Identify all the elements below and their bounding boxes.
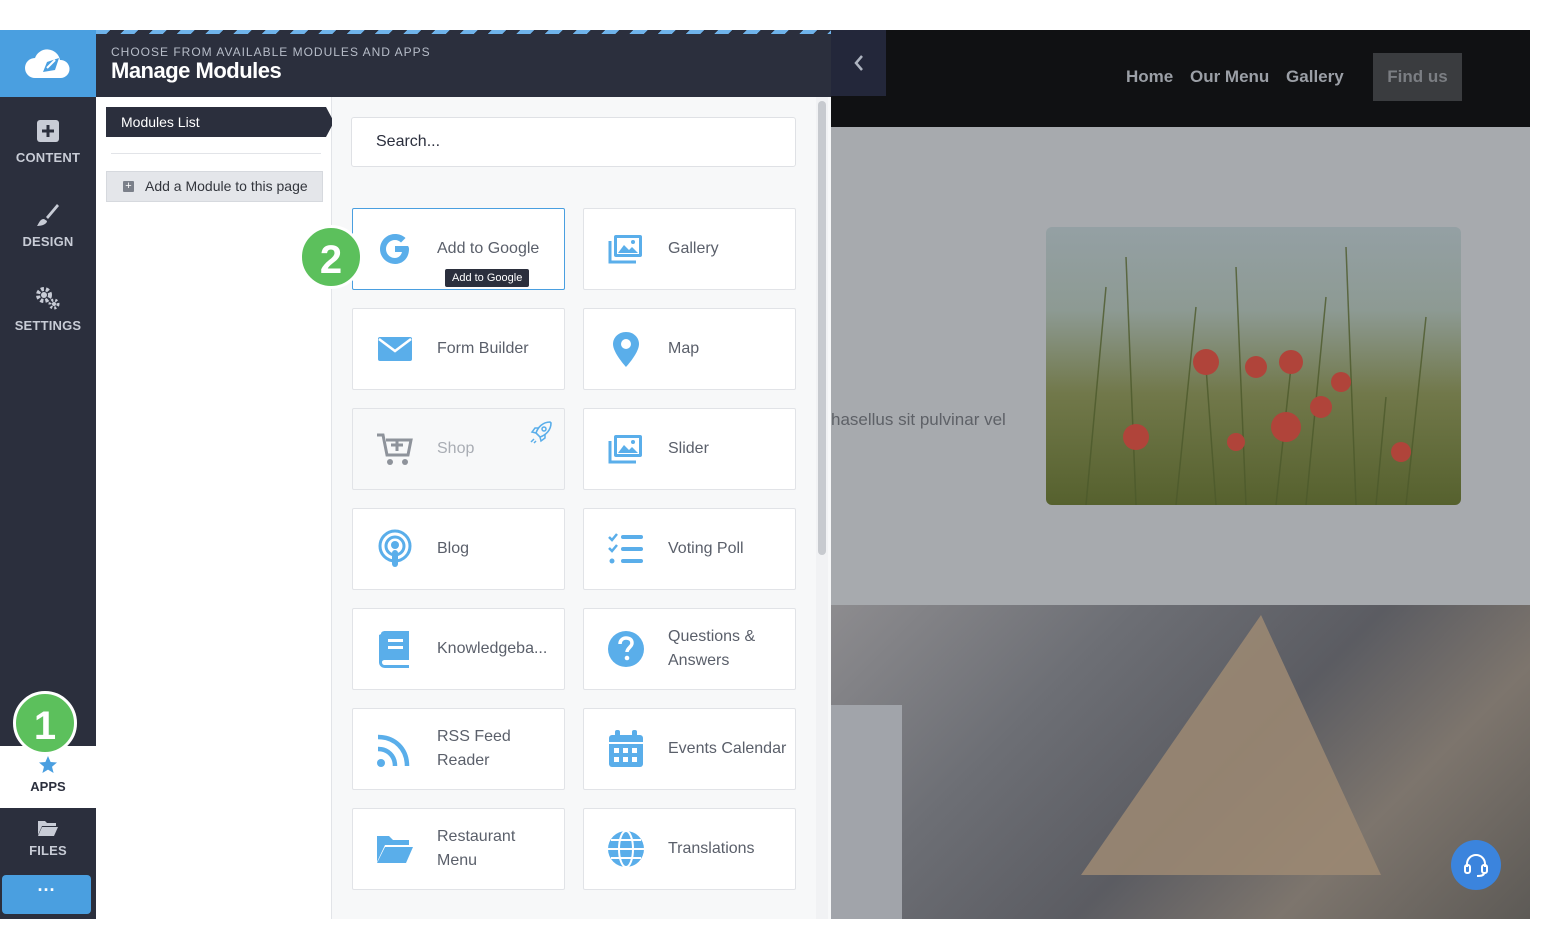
panel-subtitle: CHOOSE FROM AVAILABLE MODULES AND APPS (111, 45, 431, 59)
cloud-logo-icon (25, 48, 70, 78)
plus-icon: + (123, 181, 134, 192)
gallery-icon (608, 235, 642, 264)
modules-list-tab[interactable]: Modules List (106, 107, 334, 137)
site-nav-links: Home Our Menu Gallery (1126, 67, 1356, 87)
site-nav-our-menu[interactable]: Our Menu (1190, 67, 1269, 86)
tooltip: Add to Google (445, 269, 530, 287)
site-body-text: hasellus sit pulvinar vel (831, 410, 1006, 429)
calendar-icon (609, 730, 643, 767)
module-label: Restaurant Menu (437, 828, 516, 869)
brush-icon (37, 204, 59, 226)
folder-icon (377, 836, 413, 863)
module-card-shop[interactable]: Shop (352, 408, 565, 490)
rss-icon (377, 734, 410, 767)
content-box (831, 705, 902, 919)
chevron-left-icon (853, 55, 863, 71)
book-icon (379, 631, 409, 668)
module-label: Translations (668, 840, 755, 857)
nav-design[interactable]: DESIGN (0, 202, 96, 249)
site-nav-gallery[interactable]: Gallery (1286, 67, 1344, 86)
module-card-questions-answers[interactable]: Questions & Answers (583, 608, 796, 690)
modules-content: Add to Google Add to Google Gallery (332, 97, 831, 919)
module-card-map[interactable]: Map (583, 308, 796, 390)
module-label: Map (668, 340, 700, 357)
headset-icon (1464, 853, 1488, 877)
support-button[interactable] (1451, 840, 1501, 890)
module-card-slider[interactable]: Slider (583, 408, 796, 490)
find-us-button[interactable]: Find us (1373, 53, 1462, 101)
module-card-voting-poll[interactable]: Voting Poll (583, 508, 796, 590)
nav-content[interactable]: CONTENT (0, 118, 96, 165)
logo[interactable] (0, 30, 96, 97)
nav-apps[interactable]: APPS (0, 746, 96, 808)
module-card-add-to-google[interactable]: Add to Google Add to Google (352, 208, 565, 290)
module-label: Blog (437, 540, 470, 557)
plus-square-icon (37, 120, 59, 142)
nav-settings-label: SETTINGS (14, 318, 82, 333)
module-label: Events Calendar (668, 740, 787, 757)
site-nav: Home Our Menu Gallery Find us (831, 30, 1530, 127)
site-nav-home[interactable]: Home (1126, 67, 1173, 86)
scrollbar[interactable] (818, 101, 826, 555)
site-hero: hasellus sit pulvinar vel (831, 127, 1530, 605)
step-badge-1: 1 (13, 691, 77, 755)
panel-title: Manage Modules (111, 58, 282, 83)
rocket-icon (530, 421, 552, 444)
envelope-icon (378, 337, 412, 361)
module-card-gallery[interactable]: Gallery (583, 208, 796, 290)
add-module-label: Add a Module to this page (145, 178, 308, 194)
checklist-icon (608, 533, 643, 564)
collapse-panel-button[interactable] (831, 30, 886, 96)
module-card-knowledgebase[interactable]: Knowledgeba... (352, 608, 565, 690)
module-label: Form Builder (437, 340, 529, 357)
globe-icon (608, 830, 644, 868)
nav-apps-label: APPS (30, 779, 66, 794)
module-card-translations[interactable]: Translations (583, 808, 796, 890)
divider (111, 153, 321, 154)
app-frame: CONTENT DESIGN SETTINGS APPS FILES ··· 1… (0, 30, 1530, 919)
slider-icon (608, 435, 642, 464)
nav-files-label: FILES (29, 843, 67, 858)
question-icon (608, 631, 644, 667)
header-stripe (96, 30, 831, 34)
modules-sidebar: Modules List + Add a Module to this page (96, 97, 334, 919)
panel-header: CHOOSE FROM AVAILABLE MODULES AND APPS M… (96, 30, 831, 97)
poppy-field-photo (1046, 227, 1461, 505)
nav-files[interactable]: FILES (0, 818, 96, 858)
cart-icon (377, 433, 413, 465)
module-card-rss-feed-reader[interactable]: RSS Feed Reader (352, 708, 565, 790)
module-card-blog[interactable]: Blog (352, 508, 565, 590)
gears-icon (36, 287, 60, 310)
left-nav: CONTENT DESIGN SETTINGS APPS FILES ··· (0, 30, 96, 919)
nav-design-label: DESIGN (22, 234, 74, 249)
map-pin-icon (613, 332, 639, 367)
poppy-illustration (1085, 246, 1427, 505)
module-label: Gallery (668, 240, 719, 257)
add-module-button[interactable]: + Add a Module to this page (106, 171, 323, 202)
site-preview: Home Our Menu Gallery Find us hasellus s… (831, 30, 1530, 919)
nav-settings[interactable]: SETTINGS (0, 286, 96, 333)
module-card-form-builder[interactable]: Form Builder (352, 308, 565, 390)
module-card-restaurant-menu[interactable]: Restaurant Menu (352, 808, 565, 890)
module-label: Knowledgeba... (437, 640, 548, 657)
more-button[interactable]: ··· (2, 875, 91, 914)
module-label: Questions & Answers (668, 628, 756, 669)
folder-open-icon (38, 821, 58, 836)
step-badge-2: 2 (299, 225, 363, 289)
nav-content-label: CONTENT (15, 150, 81, 165)
podcast-icon (378, 529, 412, 567)
google-icon (380, 234, 409, 264)
module-label: RSS Feed Reader (437, 728, 511, 769)
manage-modules-panel: CHOOSE FROM AVAILABLE MODULES AND APPS M… (96, 30, 831, 919)
module-label: Slider (668, 440, 709, 457)
star-icon (39, 756, 57, 773)
module-label: Voting Poll (668, 540, 744, 557)
search-input[interactable] (351, 117, 796, 167)
module-card-events-calendar[interactable]: Events Calendar (583, 708, 796, 790)
paper-shape (1081, 615, 1381, 875)
